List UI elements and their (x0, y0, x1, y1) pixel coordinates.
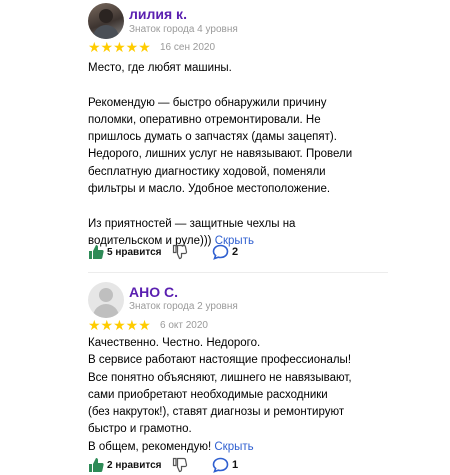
rating-stars: ★★★★★ (88, 317, 151, 333)
thumb-up-icon (88, 457, 104, 473)
review-body: Место, где любят машины. Рекомендую — бы… (88, 62, 353, 247)
review-text: Место, где любят машины. Рекомендую — бы… (88, 60, 388, 250)
avatar[interactable] (88, 3, 124, 39)
divider (88, 272, 388, 273)
dislike-button[interactable] (172, 242, 188, 262)
comments-count: 1 (232, 459, 239, 471)
like-button[interactable]: 5 нравится (88, 242, 162, 262)
review-date: 16 сен 2020 (160, 42, 216, 53)
reviewer-level: Знаток города 2 уровня (129, 301, 238, 312)
comment-icon (212, 457, 229, 473)
review-date: 6 окт 2020 (160, 320, 208, 331)
rating-stars: ★★★★★ (88, 39, 151, 55)
review-text: Качественно. Честно. Недорого. В сервисе… (88, 335, 388, 456)
thumb-down-icon (172, 457, 188, 473)
dislike-button[interactable] (172, 455, 188, 475)
reviewer-name[interactable]: АНО С. (129, 284, 178, 300)
comments-count: 2 (232, 246, 239, 258)
like-button[interactable]: 2 нравится (88, 455, 162, 475)
review-actions: 5 нравится 2 (88, 242, 388, 262)
thumb-down-icon (172, 244, 188, 260)
review-body: Качественно. Честно. Недорого. В сервисе… (88, 337, 352, 453)
thumb-up-icon (88, 244, 104, 260)
likes-count: 5 нравится (107, 246, 162, 258)
collapse-link[interactable]: Скрыть (214, 441, 253, 453)
likes-count: 2 нравится (107, 459, 162, 471)
comment-icon (212, 244, 229, 260)
review-actions: 2 нравится 1 (88, 455, 388, 475)
reviewer-level: Знаток города 4 уровня (129, 24, 238, 35)
comment-button[interactable]: 1 (212, 455, 238, 475)
avatar[interactable] (88, 282, 124, 318)
reviewer-name[interactable]: лилия к. (129, 6, 187, 22)
comment-button[interactable]: 2 (212, 242, 238, 262)
